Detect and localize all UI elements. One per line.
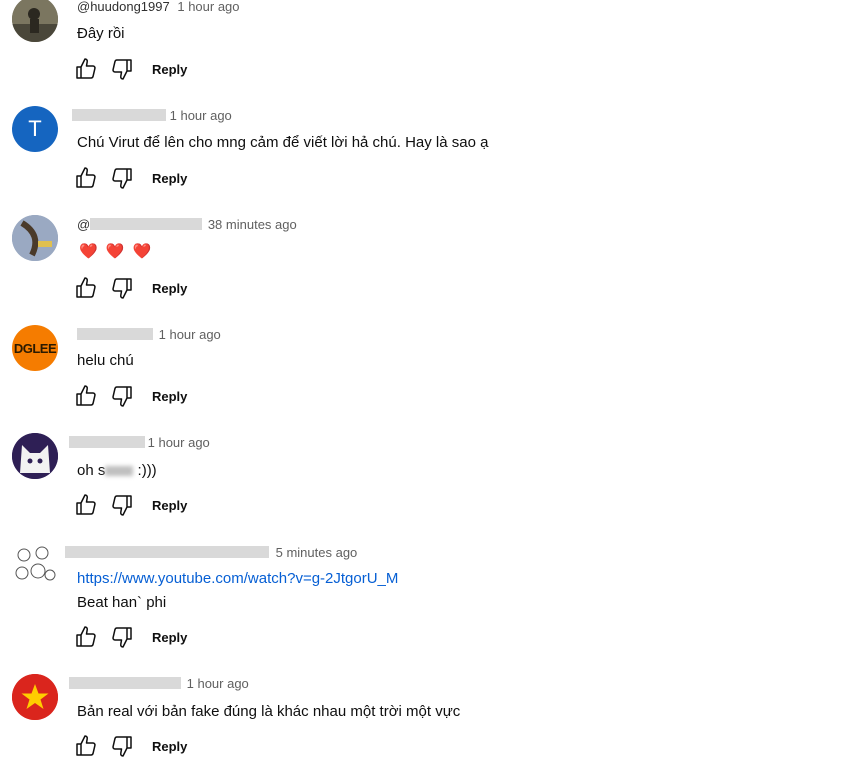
like-icon[interactable] bbox=[74, 276, 98, 300]
dislike-icon[interactable] bbox=[110, 734, 134, 758]
dislike-icon[interactable] bbox=[110, 493, 134, 517]
comment-meta: 1 hour ago bbox=[77, 327, 221, 342]
redacted-username bbox=[69, 436, 145, 448]
censored-word bbox=[105, 466, 134, 476]
avatar[interactable] bbox=[12, 0, 58, 42]
like-icon[interactable] bbox=[74, 493, 98, 517]
comment-actions: Reply bbox=[74, 734, 187, 758]
comment-meta: @ 38 minutes ago bbox=[77, 217, 297, 232]
avatar[interactable] bbox=[12, 543, 58, 589]
comment-time[interactable]: 38 minutes ago bbox=[208, 217, 297, 232]
comment-time[interactable]: 1 hour ago bbox=[187, 676, 249, 691]
avatar-photo-icon bbox=[12, 215, 58, 261]
comment-link[interactable]: https://www.youtube.com/watch?v=g-2Jtgor… bbox=[77, 570, 398, 587]
comment-author[interactable]: @huudong1997 bbox=[77, 0, 170, 14]
dislike-icon[interactable] bbox=[110, 384, 134, 408]
comment-text: Beat han` phi bbox=[77, 594, 167, 611]
comment-actions: Reply bbox=[74, 166, 187, 190]
comment-time[interactable]: 1 hour ago bbox=[177, 0, 239, 14]
comment-actions: Reply bbox=[74, 493, 187, 517]
comment-text: helu chú bbox=[77, 352, 134, 369]
avatar[interactable]: T bbox=[12, 106, 58, 152]
avatar[interactable] bbox=[12, 215, 58, 261]
redacted-username bbox=[90, 218, 203, 230]
comment-text-part: oh s bbox=[77, 462, 106, 479]
comment-text: Bản real với bản fake đúng là khác nhau … bbox=[77, 703, 461, 720]
like-icon[interactable] bbox=[74, 734, 98, 758]
comment-time[interactable]: 1 hour ago bbox=[170, 108, 232, 123]
comment-actions: Reply bbox=[74, 57, 187, 81]
comment-meta: 1 hour ago bbox=[72, 108, 232, 123]
avatar-logo-text: DGLEE bbox=[13, 340, 57, 356]
comment-meta: 1 hour ago bbox=[69, 435, 210, 450]
comment-actions: Reply bbox=[74, 276, 187, 300]
reply-button[interactable]: Reply bbox=[152, 281, 187, 296]
comment-time[interactable]: 5 minutes ago bbox=[276, 545, 358, 560]
comment-time[interactable]: 1 hour ago bbox=[148, 435, 210, 450]
dislike-icon[interactable] bbox=[110, 625, 134, 649]
redacted-username bbox=[72, 109, 166, 121]
redacted-username bbox=[77, 328, 153, 340]
comment-actions: Reply bbox=[74, 384, 187, 408]
reply-button[interactable]: Reply bbox=[152, 62, 187, 77]
comment-meta: 1 hour ago bbox=[69, 676, 249, 691]
comment-meta: 5 minutes ago bbox=[65, 545, 357, 560]
avatar-photo-icon bbox=[12, 0, 58, 42]
reply-button[interactable]: Reply bbox=[152, 630, 187, 645]
comment-actions: Reply bbox=[74, 625, 187, 649]
comment-text-part: :))) bbox=[133, 462, 157, 479]
comment-text: Chú Virut để lên cho mng cảm để viết lời… bbox=[77, 134, 489, 151]
avatar[interactable] bbox=[12, 433, 58, 479]
redacted-username bbox=[69, 677, 181, 689]
redacted-username bbox=[65, 546, 269, 558]
comment-text: ❤️ ❤️ ❤️ bbox=[79, 243, 154, 260]
reply-button[interactable]: Reply bbox=[152, 739, 187, 754]
like-icon[interactable] bbox=[74, 625, 98, 649]
comment-author[interactable]: @ bbox=[77, 217, 90, 232]
like-icon[interactable] bbox=[74, 57, 98, 81]
comment-text: oh s :))) bbox=[77, 462, 157, 479]
comment-time[interactable]: 1 hour ago bbox=[159, 327, 221, 342]
dislike-icon[interactable] bbox=[110, 166, 134, 190]
avatar-sketch-icon bbox=[12, 543, 58, 589]
avatar-character-icon bbox=[12, 433, 58, 479]
dislike-icon[interactable] bbox=[110, 57, 134, 81]
comment-text: Đây rồi bbox=[77, 25, 125, 42]
comment-meta: @huudong1997 1 hour ago bbox=[77, 0, 240, 14]
avatar-letter: T bbox=[28, 116, 42, 141]
star-flag-icon bbox=[12, 674, 58, 720]
reply-button[interactable]: Reply bbox=[152, 171, 187, 186]
dislike-icon[interactable] bbox=[110, 276, 134, 300]
reply-button[interactable]: Reply bbox=[152, 389, 187, 404]
reply-button[interactable]: Reply bbox=[152, 498, 187, 513]
like-icon[interactable] bbox=[74, 166, 98, 190]
avatar[interactable] bbox=[12, 674, 58, 720]
like-icon[interactable] bbox=[74, 384, 98, 408]
avatar[interactable]: DGLEE bbox=[12, 325, 58, 371]
